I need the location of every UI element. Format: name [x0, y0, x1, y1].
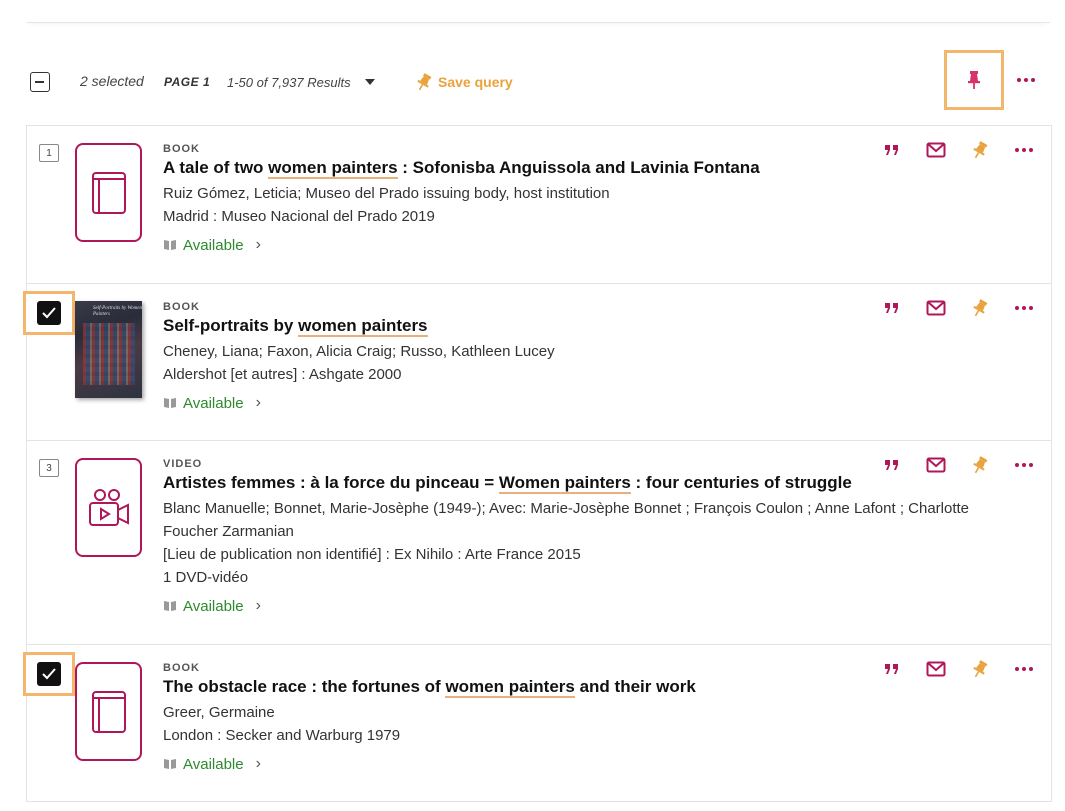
- checkmark-icon: [42, 668, 56, 680]
- email-icon[interactable]: [925, 455, 947, 475]
- result-number[interactable]: 1: [39, 144, 59, 162]
- chevron-right-icon: ›: [255, 236, 261, 253]
- more-options-button[interactable]: [1012, 68, 1040, 92]
- result-content: BOOK A tale of two women painters : Sofo…: [163, 143, 921, 254]
- result-content: BOOK Self-portraits by women painters Ch…: [163, 301, 921, 412]
- email-icon[interactable]: [925, 298, 947, 318]
- result-publication: Madrid : Museo Nacional del Prado 2019: [163, 208, 435, 225]
- bulk-select-checkbox[interactable]: [30, 72, 50, 92]
- open-book-icon: [164, 601, 176, 611]
- availability-status: Available: [183, 236, 244, 254]
- result-authors: Greer, Germaine: [163, 704, 275, 721]
- chevron-right-icon: ›: [255, 394, 261, 411]
- result-authors-continued: Foucher Zarmanian: [163, 523, 294, 540]
- result-content: VIDEO Artistes femmes : à la force du pi…: [163, 458, 970, 615]
- result-title[interactable]: Self-portraits by women painters: [163, 316, 921, 337]
- chevron-right-icon: ›: [255, 597, 261, 614]
- more-icon[interactable]: [1013, 298, 1035, 318]
- open-book-icon: [164, 398, 176, 408]
- result-checkbox-checked[interactable]: [23, 291, 75, 335]
- pin-icon: [417, 73, 432, 91]
- checkmark-icon: [42, 307, 56, 319]
- result-actions: [881, 298, 1035, 318]
- availability-link[interactable]: Available ›: [163, 597, 921, 615]
- results-count: 1-50 of 7,937 Results: [227, 75, 351, 90]
- more-icon[interactable]: [1013, 659, 1035, 679]
- result-item[interactable]: 1 BOOK A tale of two women painters : So…: [26, 125, 1052, 283]
- more-icon: [1017, 78, 1035, 82]
- results-dropdown-icon[interactable]: [365, 79, 375, 85]
- result-authors: Ruiz Gómez, Leticia; Museo del Prado iss…: [163, 185, 610, 202]
- book-icon[interactable]: [75, 662, 142, 761]
- resource-type: VIDEO: [163, 458, 203, 470]
- top-search-area-edge: [26, 0, 1050, 23]
- citation-icon[interactable]: [881, 455, 903, 475]
- citation-icon[interactable]: [881, 140, 903, 160]
- result-title[interactable]: Artistes femmes : à la force du pinceau …: [163, 473, 921, 494]
- book-icon[interactable]: [75, 143, 142, 242]
- result-actions: [881, 140, 1035, 160]
- open-book-icon: [164, 759, 176, 769]
- pinned-items-button[interactable]: [944, 50, 1004, 110]
- availability-link[interactable]: Available ›: [163, 236, 921, 254]
- results-list: 1 BOOK A tale of two women painters : So…: [23, 125, 1052, 802]
- citation-icon[interactable]: [881, 659, 903, 679]
- page-indicator: PAGE 1: [164, 75, 211, 89]
- pin-icon[interactable]: [969, 659, 991, 679]
- pin-icon[interactable]: [969, 455, 991, 475]
- more-icon[interactable]: [1013, 140, 1035, 160]
- save-query-label: Save query: [438, 74, 513, 90]
- open-book-icon: [164, 240, 176, 250]
- selected-count: 2 selected: [80, 73, 144, 89]
- results-toolbar: 2 selected PAGE 1 1-50 of 7,937 Results …: [0, 50, 1065, 110]
- result-publication: London : Secker and Warburg 1979: [163, 727, 401, 744]
- result-title[interactable]: A tale of two women painters : Sofonisba…: [163, 158, 921, 179]
- result-number[interactable]: 3: [39, 459, 59, 477]
- pin-icon[interactable]: [969, 298, 991, 318]
- book-cover-image[interactable]: Self-Portraits by Women Painters: [75, 301, 142, 398]
- availability-status: Available: [183, 755, 244, 773]
- email-icon[interactable]: [925, 140, 947, 160]
- result-authors: Blanc Manuelle; Bonnet, Marie-Josèphe (1…: [163, 500, 970, 517]
- chevron-right-icon: ›: [255, 755, 261, 772]
- more-icon[interactable]: [1013, 455, 1035, 475]
- result-actions: [881, 659, 1035, 679]
- citation-icon[interactable]: [881, 298, 903, 318]
- result-authors: Cheney, Liana; Faxon, Alicia Craig; Russ…: [163, 343, 555, 360]
- save-query-button[interactable]: Save query: [414, 72, 513, 92]
- result-publication: Aldershot [et autres] : Ashgate 2000: [163, 366, 402, 383]
- availability-status: Available: [183, 597, 244, 615]
- cover-title: Self-Portraits by Women Painters: [93, 306, 142, 317]
- result-item[interactable]: Self-Portraits by Women Painters BOOK Se…: [23, 283, 1052, 440]
- availability-status: Available: [183, 394, 244, 412]
- video-icon[interactable]: [75, 458, 142, 557]
- result-item[interactable]: BOOK The obstacle race : the fortunes of…: [23, 644, 1052, 802]
- pin-icon[interactable]: [969, 140, 991, 160]
- availability-link[interactable]: Available ›: [163, 755, 921, 773]
- pin-icon: [968, 71, 980, 89]
- result-actions: [881, 455, 1035, 475]
- result-title[interactable]: The obstacle race : the fortunes of wome…: [163, 677, 921, 698]
- resource-type: BOOK: [163, 662, 200, 674]
- result-format: 1 DVD-vidéo: [163, 569, 249, 586]
- resource-type: BOOK: [163, 301, 200, 313]
- result-checkbox-checked[interactable]: [23, 652, 75, 696]
- result-content: BOOK The obstacle race : the fortunes of…: [163, 662, 921, 773]
- availability-link[interactable]: Available ›: [163, 394, 921, 412]
- cover-artwork: [83, 323, 135, 385]
- result-item[interactable]: 3 VIDEO Artistes femmes : à la force du …: [26, 440, 1052, 644]
- resource-type: BOOK: [163, 143, 200, 155]
- email-icon[interactable]: [925, 659, 947, 679]
- result-publication: [Lieu de publication non identifié] : Ex…: [163, 546, 581, 563]
